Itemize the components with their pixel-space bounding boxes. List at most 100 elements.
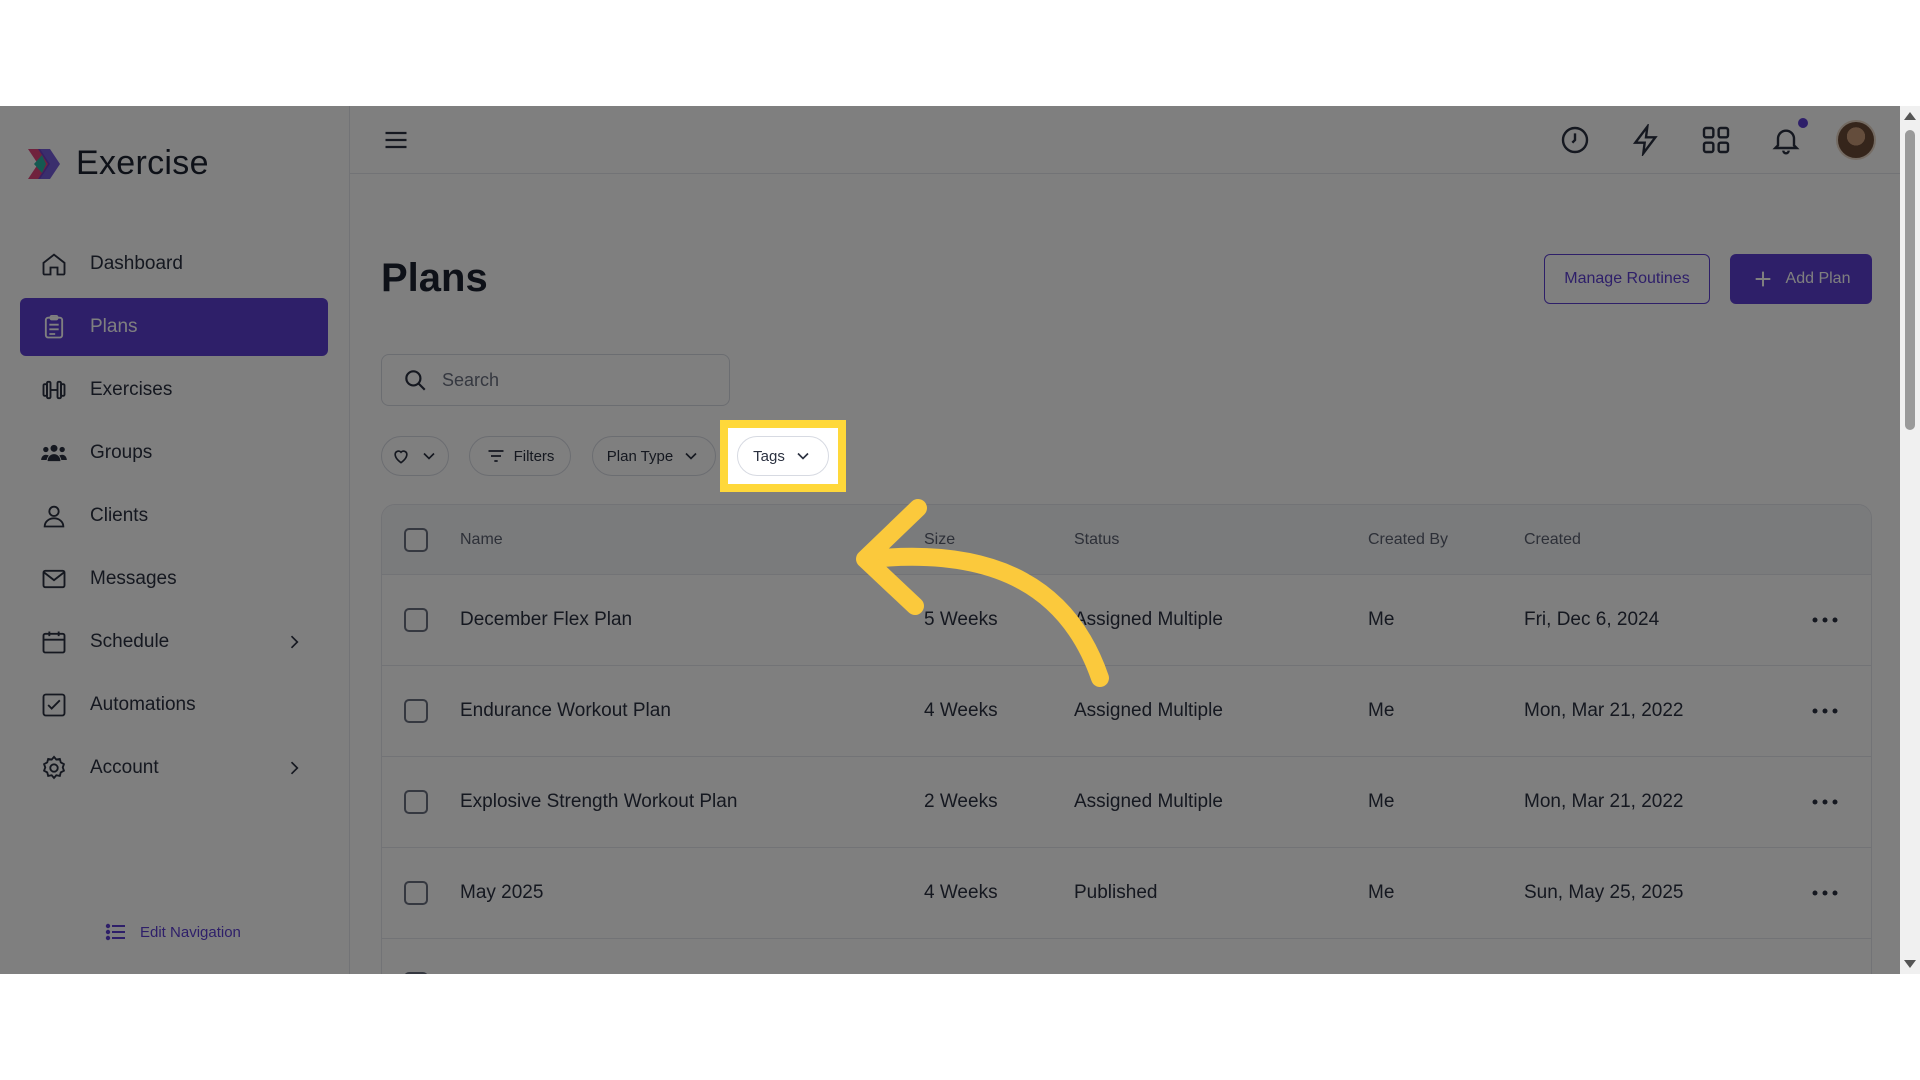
- add-plan-button[interactable]: Add Plan: [1730, 254, 1872, 304]
- table-row[interactable]: [382, 939, 1871, 974]
- filters-button[interactable]: Filters: [469, 436, 571, 476]
- plan-size: 5 Weeks: [924, 609, 998, 630]
- clock-icon[interactable]: [1559, 124, 1591, 156]
- clipboard-icon: [44, 314, 64, 339]
- chevron-right-icon: [290, 761, 299, 775]
- plan-name[interactable]: Endurance Workout Plan: [460, 700, 671, 722]
- bell-icon[interactable]: [1770, 124, 1802, 156]
- plan-status: Assigned Multiple: [1074, 700, 1223, 721]
- more-options-icon[interactable]: [1810, 888, 1840, 898]
- table-row[interactable]: May 2025 4 Weeks Published Me Sun, May 2…: [382, 848, 1871, 939]
- plan-name[interactable]: December Flex Plan: [460, 609, 632, 631]
- search-box[interactable]: [381, 354, 730, 406]
- menu-icon[interactable]: [382, 126, 410, 154]
- search-icon: [405, 370, 426, 391]
- mail-icon: [42, 569, 66, 589]
- row-checkbox[interactable]: [404, 608, 428, 632]
- search-input[interactable]: [442, 369, 702, 391]
- plan-created-by: Me: [1368, 700, 1395, 721]
- select-all-checkbox[interactable]: [404, 527, 428, 552]
- sidebar-item-exercises[interactable]: Exercises: [20, 361, 328, 419]
- column-header-status[interactable]: Status: [1074, 531, 1119, 549]
- scroll-down-arrow-icon[interactable]: [1904, 960, 1916, 968]
- brand[interactable]: Exercise: [24, 144, 209, 183]
- heart-icon: [394, 450, 408, 464]
- exercise-logo-icon: [28, 148, 60, 179]
- sidebar: Exercise Dashboard Plans Exercises Group…: [0, 106, 350, 974]
- row-checkbox[interactable]: [404, 790, 428, 814]
- plan-type-label: Plan Type: [606, 447, 674, 465]
- home-icon: [42, 253, 66, 276]
- plan-created: Fri, Dec 6, 2024: [1524, 609, 1660, 630]
- favorites-filter[interactable]: [381, 436, 449, 476]
- sidebar-item-schedule[interactable]: Schedule: [20, 613, 328, 671]
- grid-icon[interactable]: [1700, 124, 1732, 156]
- dumbbell-icon: [42, 380, 66, 400]
- top-bar: [350, 106, 1900, 174]
- plan-type-filter[interactable]: Plan Type: [592, 436, 716, 476]
- column-header-size[interactable]: Size: [924, 531, 955, 549]
- app-name: Exercise: [76, 144, 209, 182]
- plan-created: Mon, Mar 21, 2022: [1524, 791, 1684, 812]
- scroll-up-arrow-icon[interactable]: [1904, 112, 1916, 120]
- plan-created-by: Me: [1368, 791, 1395, 812]
- column-header-created[interactable]: Created: [1524, 531, 1581, 549]
- plan-created-by: Me: [1368, 882, 1395, 903]
- table-header: Name Size Status Created By Created: [382, 505, 1871, 575]
- manage-routines-button[interactable]: Manage Routines: [1544, 254, 1710, 304]
- scrollbar-thumb[interactable]: [1905, 130, 1915, 430]
- plan-created: Sun, May 25, 2025: [1524, 882, 1684, 903]
- sidebar-item-label: Automations: [90, 694, 196, 715]
- sidebar-item-groups[interactable]: Groups: [20, 424, 328, 482]
- table-row[interactable]: December Flex Plan 5 Weeks Assigned Mult…: [382, 575, 1871, 666]
- more-options-icon[interactable]: [1810, 797, 1840, 807]
- checkbox-icon: [42, 693, 66, 717]
- row-checkbox[interactable]: [404, 699, 428, 723]
- plan-size: 4 Weeks: [924, 700, 998, 721]
- plus-icon: [1755, 271, 1770, 287]
- add-plan-label: Add Plan: [1785, 270, 1851, 287]
- list-icon: [105, 923, 125, 941]
- notification-badge: [1798, 118, 1808, 128]
- sidebar-item-dashboard[interactable]: Dashboard: [20, 235, 328, 293]
- plan-created-by: Me: [1368, 609, 1395, 630]
- sidebar-item-automations[interactable]: Automations: [20, 676, 328, 734]
- plan-status: Assigned Multiple: [1074, 791, 1223, 812]
- sidebar-item-label: Schedule: [90, 631, 170, 652]
- row-checkbox[interactable]: [404, 881, 428, 905]
- group-icon: [41, 444, 67, 462]
- plan-name[interactable]: May 2025: [460, 882, 543, 904]
- edit-navigation-link[interactable]: Edit Navigation: [104, 920, 241, 944]
- more-options-icon[interactable]: [1810, 706, 1840, 716]
- filter-icon: [488, 450, 504, 462]
- sidebar-item-account[interactable]: Account: [20, 739, 328, 797]
- sidebar-item-label: Messages: [90, 568, 177, 589]
- app-frame: Exercise Dashboard Plans Exercises Group…: [0, 106, 1920, 974]
- more-options-icon[interactable]: [1810, 615, 1840, 625]
- plan-status: Assigned Multiple: [1074, 609, 1223, 630]
- sidebar-item-messages[interactable]: Messages: [20, 550, 328, 608]
- sidebar-item-clients[interactable]: Clients: [20, 487, 328, 545]
- plan-size: 2 Weeks: [924, 791, 998, 812]
- sidebar-item-label: Clients: [90, 505, 149, 526]
- row-checkbox[interactable]: [404, 972, 428, 974]
- column-header-created-by[interactable]: Created By: [1368, 531, 1448, 549]
- user-icon: [43, 505, 65, 528]
- chevron-down-icon: [423, 452, 435, 460]
- plans-table: Name Size Status Created By Created Dece…: [381, 504, 1872, 974]
- filters-label: Filters: [513, 447, 555, 465]
- sidebar-item-label: Plans: [90, 316, 138, 337]
- lightning-icon[interactable]: [1630, 124, 1662, 156]
- plan-size: 4 Weeks: [924, 882, 998, 903]
- column-header-name[interactable]: Name: [460, 531, 503, 549]
- sidebar-item-label: Account: [90, 757, 159, 778]
- plan-name[interactable]: Explosive Strength Workout Plan: [460, 791, 737, 813]
- sidebar-item-label: Groups: [90, 442, 153, 463]
- table-row[interactable]: Explosive Strength Workout Plan 2 Weeks …: [382, 757, 1871, 848]
- sidebar-item-plans[interactable]: Plans: [20, 298, 328, 356]
- avatar[interactable]: [1836, 120, 1876, 160]
- table-row[interactable]: Endurance Workout Plan 4 Weeks Assigned …: [382, 666, 1871, 757]
- chevron-down-icon: [685, 452, 697, 460]
- sidebar-item-label: Dashboard: [90, 253, 183, 274]
- edit-navigation-label: Edit Navigation: [140, 923, 241, 941]
